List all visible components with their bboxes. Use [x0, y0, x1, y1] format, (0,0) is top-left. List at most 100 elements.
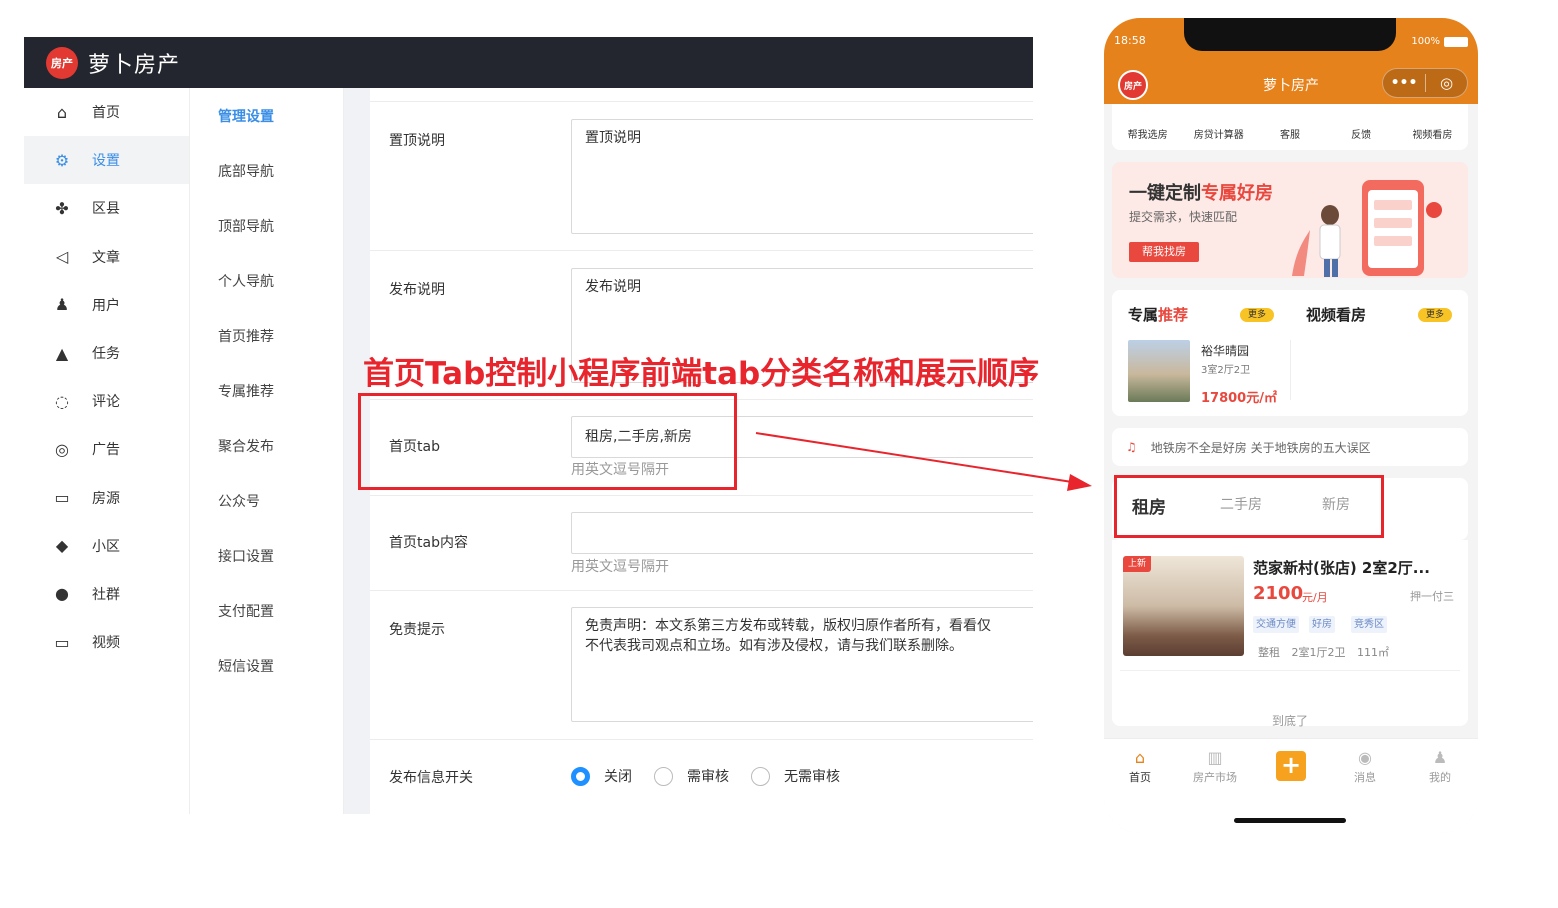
grid-icon: ✤: [55, 198, 69, 218]
radio-label[interactable]: 需审核: [687, 766, 729, 786]
battery-text: 100%: [1411, 36, 1440, 47]
tab-bar-label: 首页: [1129, 771, 1151, 784]
recommend-section: 专属推荐 更多 视频看房 更多 裕华晴园 3室2厅2卫 17800元/㎡: [1112, 290, 1468, 416]
home-tab-content-hint: 用英文逗号隔开: [571, 559, 669, 575]
sidebar-item[interactable]: ▭ 视频: [24, 618, 189, 666]
banner-title-plain: 一键定制: [1129, 183, 1201, 204]
sidebar-item-label: 社群: [92, 586, 120, 603]
sidebar-item[interactable]: ● 社群: [24, 570, 189, 618]
notice-bar[interactable]: ♫ 地铁房不全是好房 关于地铁房的五大误区: [1112, 428, 1468, 466]
sidebar-item-label: 广告: [92, 442, 120, 459]
quick-link[interactable]: 帮我选房: [1113, 114, 1183, 141]
sidebar-item[interactable]: ▲ 任务: [24, 329, 189, 377]
home-tab-content-input[interactable]: [571, 512, 1033, 554]
listing-meta: 整租 2室1厅2卫 111㎡: [1258, 646, 1389, 659]
video-more-button[interactable]: 更多: [1418, 308, 1452, 322]
submenu-item[interactable]: 专属推荐: [190, 363, 343, 418]
listing-title[interactable]: 范家新村(张店) 2室2厅...: [1253, 557, 1430, 578]
sidebar-item[interactable]: ◌ 评论: [24, 377, 189, 425]
listing-payment: 押一付三: [1410, 590, 1454, 603]
sidebar-item-label: 小区: [92, 538, 120, 555]
recommend-more-button[interactable]: 更多: [1240, 308, 1274, 322]
sidebar-item[interactable]: ⚙ 设置: [24, 136, 189, 185]
quick-link[interactable]: 房贷计算器: [1184, 114, 1254, 141]
close-target-icon[interactable]: ◎: [1426, 74, 1467, 92]
submenu-item[interactable]: 个人导航: [190, 253, 343, 308]
submenu-item[interactable]: 底部导航: [190, 143, 343, 198]
capsule-menu[interactable]: ••• ◎: [1382, 68, 1468, 98]
top-desc-textarea[interactable]: 置顶说明: [571, 119, 1033, 234]
radio-button[interactable]: [751, 766, 770, 786]
listing-tag: 竞秀区: [1351, 616, 1387, 633]
recommend-price: 17800元/㎡: [1201, 391, 1277, 406]
banner-title-highlight: 专属好房: [1201, 183, 1273, 204]
globe-icon: ◎: [55, 439, 69, 459]
sidebar-item-label: 视频: [92, 635, 120, 652]
radio-label[interactable]: 关闭: [604, 766, 632, 786]
submenu-item[interactable]: 顶部导航: [190, 198, 343, 253]
sidebar-item-label: 用户: [92, 297, 120, 314]
sidebar-item[interactable]: ◎ 广告: [24, 425, 189, 473]
radio-button[interactable]: [654, 766, 673, 786]
submenu-item[interactable]: 聚合发布: [190, 418, 343, 473]
submenu-item[interactable]: 短信设置: [190, 638, 343, 693]
publish-switch-radio-group: 关闭 需审核 无需审核: [571, 766, 862, 786]
diamond-icon: ◆: [55, 536, 69, 556]
comment-icon: ◌: [55, 391, 69, 411]
quick-link[interactable]: 反馈: [1326, 114, 1396, 141]
admin-header: 房产 萝卜房产: [24, 37, 1033, 88]
submenu-item[interactable]: 公众号: [190, 473, 343, 528]
submenu-item[interactable]: 首页推荐: [190, 308, 343, 363]
listing-tag: 好房: [1309, 616, 1335, 633]
tab-bar-label: 我的: [1429, 771, 1451, 784]
user-icon: ♟: [54, 295, 70, 315]
app-title: 萝卜房产: [88, 52, 181, 78]
sidebar-item[interactable]: ▭ 房源: [24, 474, 189, 522]
annotation-caption: 首页Tab控制小程序前端tab分类名称和展示顺序: [363, 356, 1040, 392]
radio-button[interactable]: [571, 766, 590, 786]
sidebar-item-label: 区县: [92, 201, 120, 218]
sidebar-item[interactable]: ◆ 小区: [24, 522, 189, 570]
secondary-sidebar: 管理设置 底部导航 顶部导航 个人导航 首页推荐 专属推荐 聚合发布 公众号 接口设置 支付配置短…: [190, 88, 344, 814]
promo-banner[interactable]: 一键定制专属好房 提交需求，快速匹配 帮我找房: [1112, 162, 1468, 278]
recommend-photo[interactable]: [1128, 340, 1190, 402]
recommend-title-plain: 专属: [1128, 306, 1159, 324]
submenu-item[interactable]: 管理设置: [190, 88, 343, 143]
video-icon: ▭: [54, 632, 70, 652]
listing-price-unit: 元/月: [1302, 591, 1328, 604]
listing-divider: [1120, 670, 1460, 671]
publish-plus-button[interactable]: +: [1276, 751, 1306, 781]
sidebar-item[interactable]: ⌂ 首页: [24, 88, 189, 136]
sidebar-item-label: 首页: [92, 105, 120, 122]
submenu-item[interactable]: 接口设置: [190, 528, 343, 583]
recommend-name[interactable]: 裕华晴园: [1201, 342, 1249, 359]
list-end-text: 到底了: [1271, 714, 1308, 728]
map-icon: ▥: [1207, 748, 1223, 767]
tab-bar-item[interactable]: ⌂ 首页: [1110, 747, 1170, 785]
tab-bar-item[interactable]: ▥ 房产市场: [1185, 747, 1245, 785]
battery-icon: [1444, 36, 1468, 47]
disclaimer-textarea[interactable]: 免责声明：本文系第三方发布或转载，版权归原作者所有，看看仅 不代表我司观点和立场…: [571, 607, 1033, 722]
banner-button[interactable]: 帮我找房: [1129, 242, 1199, 262]
tab-bar-label: 消息: [1354, 771, 1376, 784]
primary-sidebar: ⌂ 首页 ⚙ 设置 ✤ 区县 ◁ 文章 ♟ 用户 ▲ 任务 ◌ 评论 ◎ 广告 ▭ 房源 ◆ 小区 ● 社群 ▭ 视频: [24, 88, 190, 814]
home-indicator: [1234, 818, 1346, 823]
sidebar-item-label: 文章: [92, 249, 120, 266]
sidebar-item-label: 设置: [92, 153, 120, 170]
radio-label[interactable]: 无需审核: [784, 766, 840, 786]
more-dots-icon[interactable]: •••: [1383, 75, 1425, 91]
quick-link[interactable]: 客服: [1255, 114, 1325, 141]
sidebar-item[interactable]: ♟ 用户: [24, 281, 189, 329]
disclaimer-line-1: 免责声明：本文系第三方发布或转载，版权归原作者所有，看看仅: [585, 618, 991, 634]
submenu-item[interactable]: 支付配置: [190, 583, 343, 638]
tab-bar-item[interactable]: ◉ 消息: [1335, 747, 1395, 785]
publish-switch-label: 发布信息开关: [389, 770, 473, 786]
sidebar-item[interactable]: ◁ 文章: [24, 233, 189, 281]
form-row-disclaimer: 免责提示 免责声明：本文系第三方发布或转载，版权归原作者所有，看看仅 不代表我司…: [370, 590, 1033, 740]
listing-card[interactable]: 上新 范家新村(张店) 2室2厅... 2100 元/月 押一付三 交通方便 好…: [1112, 540, 1468, 728]
tab-bar-item[interactable]: ♟ 我的: [1410, 747, 1470, 785]
banner-subtitle: 提交需求，快速匹配: [1129, 210, 1238, 224]
listing-tag: 交通方便: [1253, 616, 1299, 633]
quick-link[interactable]: 视频看房: [1397, 114, 1467, 141]
sidebar-item[interactable]: ✤ 区县: [24, 184, 189, 232]
